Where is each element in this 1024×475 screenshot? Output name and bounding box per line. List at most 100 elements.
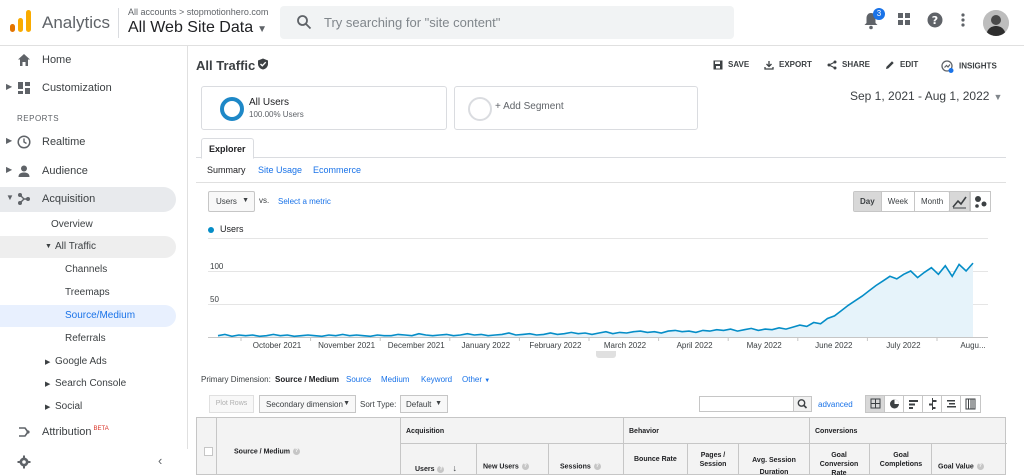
header-bounce-rate[interactable]: Bounce Rate	[634, 456, 677, 463]
header-goal-completions[interactable]: Goal Completions	[874, 451, 928, 469]
header-source-medium[interactable]: Source / Medium?	[234, 448, 301, 455]
sidebar-item-label: Referrals	[65, 333, 106, 344]
subtab-site-usage[interactable]: Site Usage	[258, 165, 302, 175]
view-pivot-button[interactable]	[961, 396, 980, 412]
notifications-button[interactable]: 3	[863, 8, 885, 32]
analytics-logo-icon[interactable]	[10, 10, 32, 32]
sidebar-item-attribution[interactable]: Attribution BETA	[0, 420, 188, 444]
granularity-day-button[interactable]: Day	[854, 192, 882, 211]
view-comparison-button[interactable]	[923, 396, 942, 412]
dimension-other[interactable]: Other ▼	[462, 375, 490, 384]
header-pages-session[interactable]: Pages / Session	[692, 451, 734, 469]
help-icon[interactable]: ?	[976, 463, 984, 470]
select-metric-link[interactable]: Select a metric	[278, 197, 331, 206]
header-avg-session-duration[interactable]: Avg. Session Duration	[745, 455, 803, 475]
help-button[interactable]: ?	[927, 12, 947, 32]
sidebar-item-customization[interactable]: ▶ Customization	[0, 76, 188, 100]
sidebar-item-label: Realtime	[42, 136, 86, 148]
x-tick-label: October 2021	[253, 341, 302, 350]
sidebar-item-search-console[interactable]: ▶ Search Console	[0, 373, 176, 395]
sidebar-item-realtime[interactable]: ▶ Realtime	[0, 130, 188, 154]
legend-series-name: Users	[220, 224, 244, 234]
header-new-users[interactable]: New Users?	[483, 463, 529, 470]
share-button[interactable]: SHARE	[827, 60, 870, 70]
sidebar-item-label: Attribution BETA	[42, 426, 109, 438]
chevron-right-icon: ▶	[6, 136, 13, 145]
apps-grid-icon	[898, 13, 910, 25]
line-chart-button[interactable]	[949, 191, 970, 212]
granularity-month-button[interactable]: Month	[915, 192, 949, 211]
view-pie-button[interactable]	[885, 396, 904, 412]
sidebar-item-overview[interactable]: Overview	[0, 214, 176, 236]
sort-type-select[interactable]: Default ▼	[400, 395, 448, 413]
dimension-source-medium[interactable]: Source / Medium	[275, 375, 339, 384]
users-line-chart[interactable]: 150 100 50 October 2021 November 2021 Decembe…	[188, 236, 1024, 351]
header-users[interactable]: Users? ↓	[415, 463, 457, 473]
granularity-week-button[interactable]: Week	[882, 192, 915, 211]
header-sessions[interactable]: Sessions?	[560, 463, 601, 470]
collapse-sidebar-chevron-icon[interactable]: ‹	[158, 453, 162, 468]
settings-gear-icon[interactable]	[17, 455, 31, 469]
acquisition-icon	[18, 193, 30, 205]
header-group-behavior: Behavior	[629, 428, 659, 435]
save-button[interactable]: SAVE	[713, 60, 749, 70]
chevron-down-icon: ▼	[484, 378, 491, 384]
chart-resize-handle[interactable]	[596, 351, 616, 358]
edit-button[interactable]: EDIT	[885, 60, 918, 70]
subtab-summary[interactable]: Summary	[207, 165, 246, 175]
x-tick-label: November 2021	[318, 341, 375, 350]
segment-all-users[interactable]: All Users 100.00% Users	[201, 86, 447, 130]
view-name: All Web Site Data	[128, 19, 254, 36]
chevron-down-icon: ▼	[257, 24, 267, 35]
sidebar-item-home[interactable]: Home	[0, 48, 188, 72]
dimension-source[interactable]: Source	[346, 375, 371, 384]
select-all-checkbox[interactable]	[204, 447, 213, 456]
sidebar-item-social[interactable]: ▶ Social	[0, 396, 176, 418]
svg-text:?: ?	[932, 14, 938, 27]
sidebar-item-google-ads[interactable]: ▶ Google Ads	[0, 351, 176, 373]
secondary-dimension-select[interactable]: Secondary dimension ▼	[259, 395, 356, 413]
account-breadcrumb[interactable]: All accounts > stopmotionhero.com	[128, 7, 268, 17]
search-bar[interactable]: Try searching for "site content"	[280, 6, 734, 39]
help-icon[interactable]: ?	[437, 465, 445, 473]
sidebar-item-treemaps[interactable]: Treemaps	[0, 282, 176, 304]
pie-chart-icon	[890, 399, 899, 409]
help-icon[interactable]: ?	[293, 448, 301, 455]
x-tick-label: Augu...	[960, 341, 985, 350]
dimension-medium[interactable]: Medium	[381, 375, 409, 384]
help-icon[interactable]: ?	[521, 463, 529, 470]
sidebar-item-all-traffic[interactable]: ▼ All Traffic	[0, 236, 176, 258]
apps-button[interactable]	[897, 12, 917, 32]
sidebar-item-label: Channels	[65, 264, 108, 275]
sort-desc-icon[interactable]: ↓	[452, 463, 457, 473]
table-search-button[interactable]	[793, 396, 812, 412]
header-goal-value[interactable]: Goal Value?	[938, 463, 984, 470]
view-data-table-button[interactable]	[866, 396, 885, 412]
sidebar-item-source-medium[interactable]: Source/Medium	[0, 305, 176, 327]
export-button[interactable]: EXPORT	[764, 60, 812, 70]
header-goal-conversion-rate[interactable]: Goal Conversion Rate	[813, 451, 865, 475]
sidebar-item-channels[interactable]: Channels	[0, 259, 176, 281]
view-term-cloud-button[interactable]	[942, 396, 961, 412]
view-selector[interactable]: All Web Site Data ▼	[128, 19, 267, 37]
add-segment-button[interactable]: + Add Segment	[454, 86, 698, 130]
sidebar-item-referrals[interactable]: Referrals	[0, 328, 176, 350]
metric-select[interactable]: Users ▼	[208, 191, 255, 212]
more-options-button[interactable]	[960, 12, 980, 32]
tab-explorer[interactable]: Explorer	[201, 138, 254, 159]
motion-chart-button[interactable]	[970, 191, 991, 212]
date-range-picker[interactable]: Sep 1, 2021 - Aug 1, 2022 ▼	[850, 89, 1002, 103]
subtab-ecommerce[interactable]: Ecommerce	[313, 165, 361, 175]
table-search-input[interactable]	[699, 396, 794, 412]
sidebar-item-acquisition[interactable]: ▼ Acquisition	[0, 187, 176, 212]
help-icon[interactable]: ?	[593, 463, 601, 470]
advanced-filter-link[interactable]: advanced	[818, 400, 853, 409]
sidebar-item-audience[interactable]: ▶ Audience	[0, 159, 188, 183]
insights-button[interactable]: INSIGHTS	[941, 60, 997, 73]
view-performance-button[interactable]	[904, 396, 923, 412]
account-avatar[interactable]	[983, 10, 1009, 36]
share-label: SHARE	[842, 60, 871, 70]
plot-rows-button[interactable]: Plot Rows	[209, 395, 254, 413]
chevron-right-icon: ▶	[45, 404, 51, 411]
dimension-keyword[interactable]: Keyword	[421, 375, 452, 384]
